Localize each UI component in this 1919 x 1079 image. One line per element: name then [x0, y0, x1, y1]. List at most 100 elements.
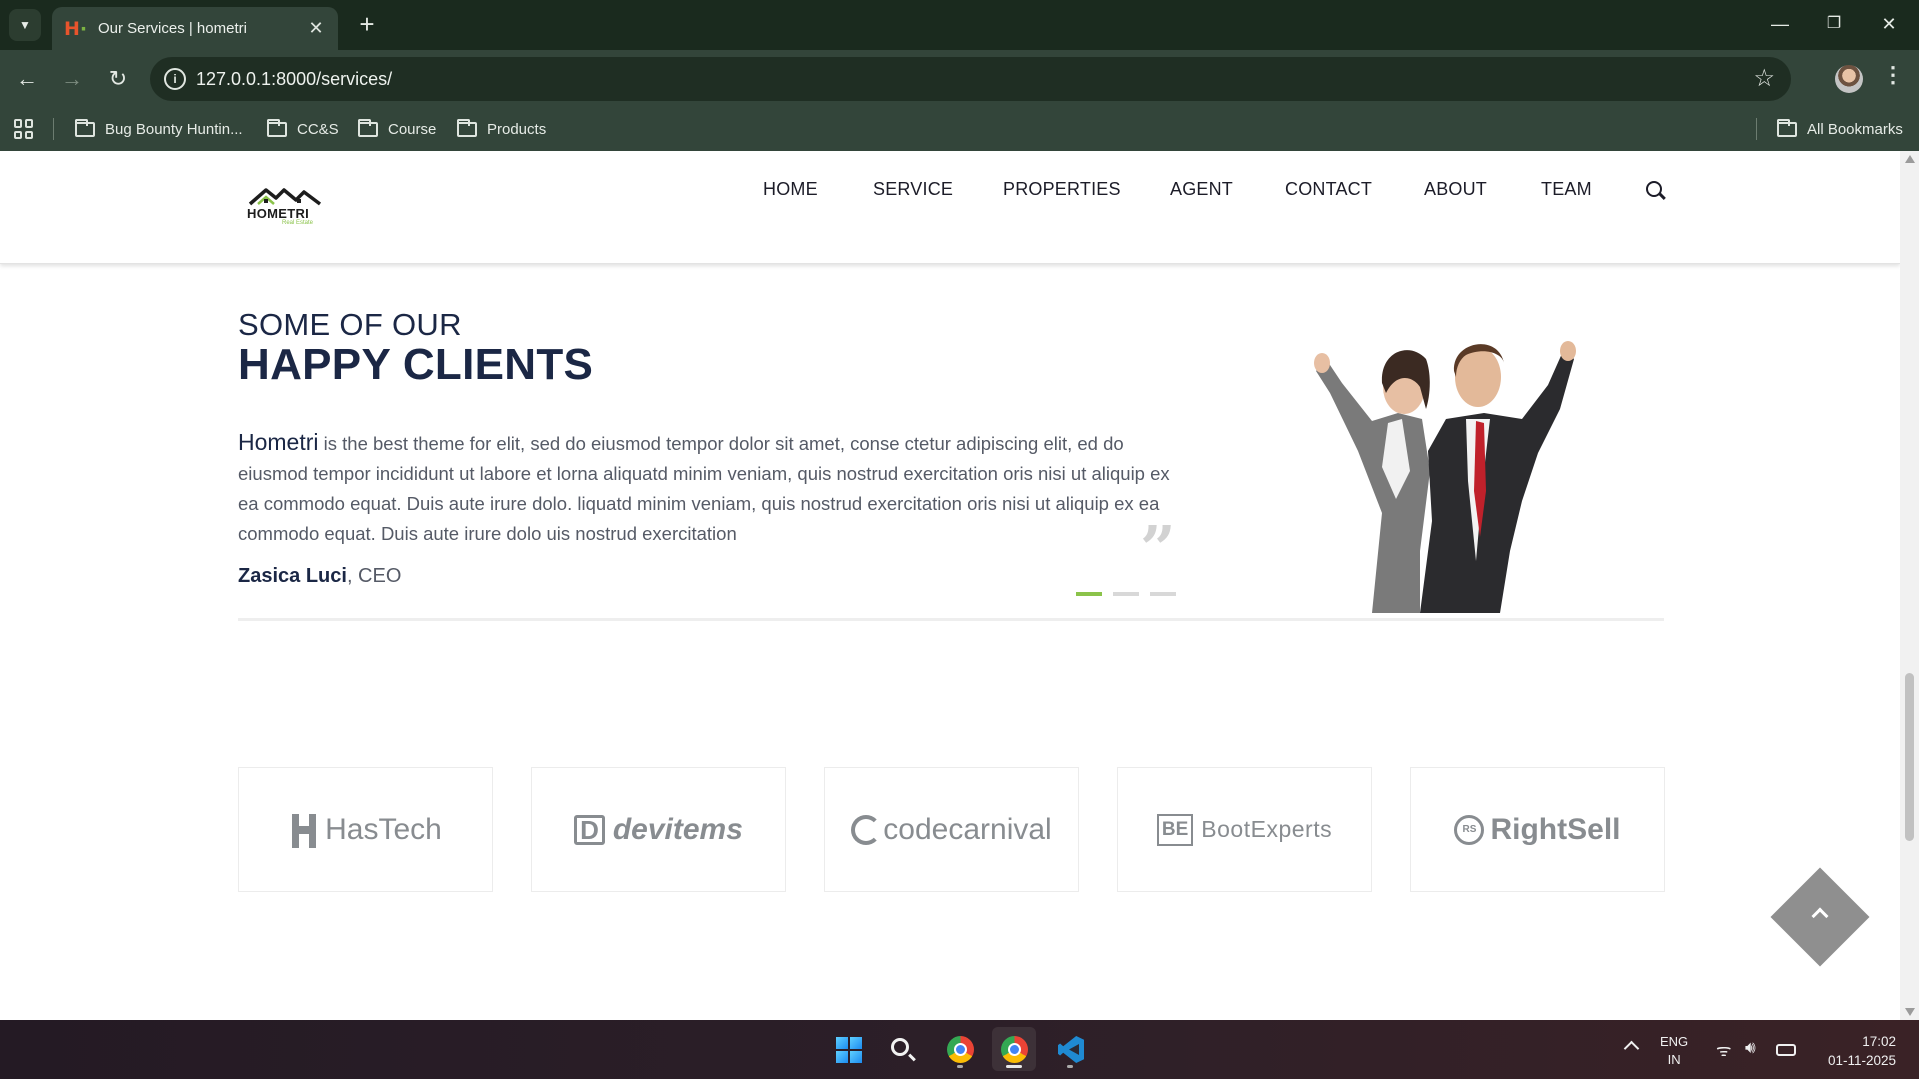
browser-tab-active[interactable]: H· Our Services | hometri ✕: [52, 7, 338, 50]
browser-tab-strip: ▼ H· Our Services | hometri ✕ + — ❐ ✕: [0, 0, 1919, 50]
scrollbar-thumb[interactable]: [1905, 673, 1914, 841]
devitems-logo-icon: D: [574, 814, 605, 845]
taskbar-chrome-2[interactable]: [992, 1027, 1036, 1071]
nav-agent[interactable]: AGENT: [1170, 179, 1233, 203]
partner-name: RightSell: [1490, 812, 1621, 846]
site-info-icon[interactable]: i: [164, 68, 186, 90]
minimize-button[interactable]: —: [1760, 8, 1800, 40]
search-icon[interactable]: [1646, 181, 1662, 197]
slider-dot-2[interactable]: [1113, 592, 1139, 596]
codecarnival-logo-icon: [851, 814, 882, 845]
partner-logo-devitems[interactable]: D devitems: [531, 767, 786, 892]
running-indicator: [1006, 1065, 1022, 1068]
rightsell-logo-icon: RS: [1454, 814, 1485, 845]
slider-dot-3[interactable]: [1150, 592, 1176, 596]
scroll-up-arrow-icon[interactable]: [1905, 155, 1915, 163]
bookmark-folder-products[interactable]: Products: [457, 116, 546, 142]
partner-logo-hastech[interactable]: HasTech: [238, 767, 493, 892]
nav-service[interactable]: SERVICE: [873, 179, 953, 203]
nav-properties[interactable]: PROPERTIES: [1003, 179, 1121, 203]
slider-dot-1[interactable]: [1076, 592, 1102, 596]
partner-name: devitems: [612, 812, 743, 846]
hastech-logo-icon: [292, 813, 317, 848]
happy-clients-photo: [1314, 341, 1576, 613]
taskbar-chrome-1[interactable]: [938, 1027, 982, 1071]
clock-date: 01-11-2025: [1827, 1053, 1896, 1068]
profile-avatar[interactable]: [1835, 65, 1863, 93]
chrome-icon: [947, 1036, 974, 1063]
testimonial-text: Hometri is the best theme for elit, sed …: [238, 427, 1183, 549]
reload-icon[interactable]: ↻: [103, 64, 133, 94]
search-icon: [891, 1038, 909, 1056]
author-role: , CEO: [346, 565, 402, 587]
testimonial-brand: Hometri: [238, 429, 319, 455]
bookmark-folder-ccs[interactable]: CC&S: [267, 116, 339, 142]
chevron-up-icon[interactable]: [1623, 1040, 1640, 1057]
browser-toolbar: ← → ↻ i 127.0.0.1:8000/services/ ☆ ⋮: [0, 50, 1919, 108]
url-text[interactable]: 127.0.0.1:8000/services/: [196, 69, 392, 90]
all-bookmarks-label: All Bookmarks: [1807, 120, 1903, 138]
folder-icon: [358, 118, 378, 137]
chevron-down-icon: ▼: [19, 18, 31, 32]
clock-time: 17:02: [1862, 1034, 1896, 1049]
language-indicator[interactable]: ENG IN: [1660, 1033, 1688, 1069]
author-name: Zasica Luci: [238, 565, 347, 587]
nav-home[interactable]: HOME: [763, 179, 818, 203]
close-tab-icon[interactable]: ✕: [306, 18, 326, 39]
page-viewport: HOMETRI Real Estate HOME SERVICE PROPERT…: [0, 151, 1900, 1020]
start-button[interactable]: [826, 1027, 870, 1071]
bookmark-star-icon[interactable]: ☆: [1753, 64, 1775, 93]
partner-name: codecarnival: [883, 812, 1052, 846]
restore-button[interactable]: ❐: [1814, 8, 1854, 40]
running-indicator: [957, 1065, 963, 1068]
all-bookmarks-button[interactable]: All Bookmarks: [1777, 116, 1903, 142]
hometri-favicon-icon: H·: [64, 17, 88, 40]
battery-icon[interactable]: [1776, 1044, 1796, 1056]
browser-menu-icon[interactable]: ⋮: [1882, 62, 1904, 88]
nav-contact[interactable]: CONTACT: [1285, 179, 1372, 203]
folder-icon: [457, 118, 477, 137]
clock[interactable]: 17:02 01-11-2025: [1816, 1032, 1896, 1070]
testimonial-body: is the best theme for elit, sed do eiusm…: [238, 433, 1170, 544]
language-code: ENG: [1660, 1034, 1689, 1049]
bookmark-label: Bug Bounty Huntin...: [105, 120, 243, 138]
site-header: HOMETRI Real Estate HOME SERVICE PROPERT…: [0, 151, 1900, 264]
folder-icon: [267, 118, 287, 137]
section-title: HAPPY CLIENTS: [238, 340, 594, 389]
apps-grid-icon[interactable]: [14, 119, 34, 139]
partner-name: HasTech: [325, 812, 442, 846]
partner-name: BootExperts: [1201, 816, 1333, 842]
windows-logo-icon: [836, 1037, 862, 1063]
speaker-icon[interactable]: 🔊︎: [1745, 1038, 1756, 1058]
bookmark-label: Products: [487, 120, 547, 138]
taskbar-search-button[interactable]: [880, 1027, 924, 1071]
bookmark-folder-bug-bounty[interactable]: Bug Bounty Huntin...: [75, 116, 243, 142]
quote-icon: ”: [1140, 512, 1176, 585]
taskbar-vscode[interactable]: [1048, 1027, 1092, 1071]
partner-logo-codecarnival[interactable]: codecarnival: [824, 767, 1079, 892]
wifi-icon[interactable]: ᯤ: [1716, 1038, 1732, 1061]
vscode-icon: [1058, 1036, 1084, 1063]
nav-team[interactable]: TEAM: [1541, 179, 1592, 203]
bookmarks-divider: [1756, 118, 1757, 140]
chrome-icon: [1001, 1036, 1028, 1063]
new-tab-button[interactable]: +: [352, 10, 382, 38]
scroll-down-arrow-icon[interactable]: [1905, 1008, 1915, 1016]
running-indicator: [1067, 1065, 1073, 1068]
tab-search-button[interactable]: ▼: [9, 9, 41, 41]
partner-logo-rightsell[interactable]: RS RightSell: [1410, 767, 1665, 892]
close-window-button[interactable]: ✕: [1869, 8, 1909, 40]
logo-name: HOMETRI: [247, 206, 310, 221]
nav-about[interactable]: ABOUT: [1424, 179, 1487, 203]
forward-arrow-icon[interactable]: →: [57, 64, 87, 94]
partner-logo-bootexperts[interactable]: BE BootExperts: [1117, 767, 1372, 892]
testimonial-author: Zasica Luci, CEO: [238, 565, 401, 588]
bookmarks-bar: Bug Bounty Huntin... CC&S Course Product…: [0, 108, 1919, 151]
bookmark-folder-course[interactable]: Course: [358, 116, 436, 142]
address-bar[interactable]: i 127.0.0.1:8000/services/ ☆: [150, 57, 1791, 101]
back-arrow-icon[interactable]: ←: [12, 64, 42, 94]
bookmark-label: Course: [388, 120, 437, 138]
folder-icon: [75, 118, 95, 137]
page-scrollbar[interactable]: [1900, 151, 1919, 1020]
logo-tagline: Real Estate: [282, 220, 314, 226]
